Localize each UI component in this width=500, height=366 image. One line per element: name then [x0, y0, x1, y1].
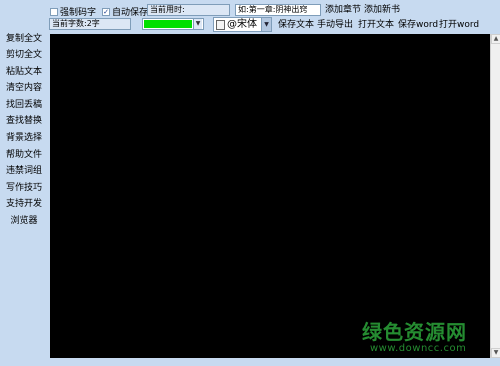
force-code-label: 强制码字: [60, 8, 97, 18]
save-text-button[interactable]: 保存文本: [278, 19, 314, 31]
text-color-dropdown[interactable]: ▼: [142, 18, 204, 30]
sidebar-item-copy-all[interactable]: 复制全文: [0, 34, 48, 45]
open-text-button[interactable]: 打开文本: [358, 19, 394, 31]
sidebar-item-writing-tips[interactable]: 写作技巧: [0, 183, 48, 194]
font-select[interactable]: @宋体 ▼: [213, 17, 272, 32]
sidebar-item-support[interactable]: 支持开发: [0, 199, 48, 210]
watermark-url: www.downcc.com: [370, 343, 467, 354]
text-editor[interactable]: [50, 34, 490, 358]
color-swatch: [144, 20, 192, 28]
sidebar-item-recover[interactable]: 找回丢稿: [0, 100, 48, 111]
auto-save-checkbox[interactable]: ✓ 自动保存: [102, 5, 148, 18]
vertical-scrollbar[interactable]: ▲ ▼: [490, 34, 500, 358]
time-used-display: 当前用时:: [147, 4, 230, 16]
word-count-display: 当前字数:2字: [49, 18, 131, 30]
chevron-down-icon[interactable]: ▼: [261, 18, 271, 31]
scroll-down-icon[interactable]: ▼: [491, 348, 500, 358]
sidebar-item-clear[interactable]: 清空内容: [0, 83, 48, 94]
chapter-name-value: 如:第一章:阴神出窍: [238, 5, 308, 14]
sidebar-item-find-replace[interactable]: 查找替换: [0, 116, 48, 127]
save-word-button[interactable]: 保存word: [398, 19, 438, 31]
checkbox-box[interactable]: ✓: [102, 7, 110, 16]
add-chapter-button[interactable]: 添加章节: [325, 4, 361, 16]
sidebar-item-banned-words[interactable]: 违禁词组: [0, 166, 48, 177]
word-count-label: 当前字数:2字: [52, 19, 100, 28]
manual-export-button[interactable]: 手动导出: [317, 19, 353, 31]
sidebar-item-paste[interactable]: 粘贴文本: [0, 67, 48, 78]
watermark-logo: 绿色资源网: [362, 320, 467, 344]
auto-save-label: 自动保存: [112, 8, 149, 18]
checkbox-box[interactable]: [50, 7, 58, 16]
force-code-checkbox[interactable]: 强制码字: [50, 5, 96, 18]
chapter-name-input[interactable]: 如:第一章:阴神出窍: [235, 4, 321, 16]
add-book-button[interactable]: 添加新书: [364, 4, 400, 16]
time-used-label: 当前用时:: [150, 5, 185, 14]
scroll-up-icon[interactable]: ▲: [491, 34, 500, 44]
open-word-button[interactable]: 打开word: [439, 19, 479, 31]
sidebar-item-browser[interactable]: 浏览器: [0, 216, 48, 227]
font-icon: [216, 19, 225, 30]
sidebar-item-background[interactable]: 背景选择: [0, 133, 48, 144]
chevron-down-icon[interactable]: ▼: [193, 19, 202, 29]
sidebar-item-help[interactable]: 帮助文件: [0, 150, 48, 161]
sidebar-item-cut-all[interactable]: 剪切全文: [0, 50, 48, 61]
font-name: @宋体: [227, 19, 257, 30]
